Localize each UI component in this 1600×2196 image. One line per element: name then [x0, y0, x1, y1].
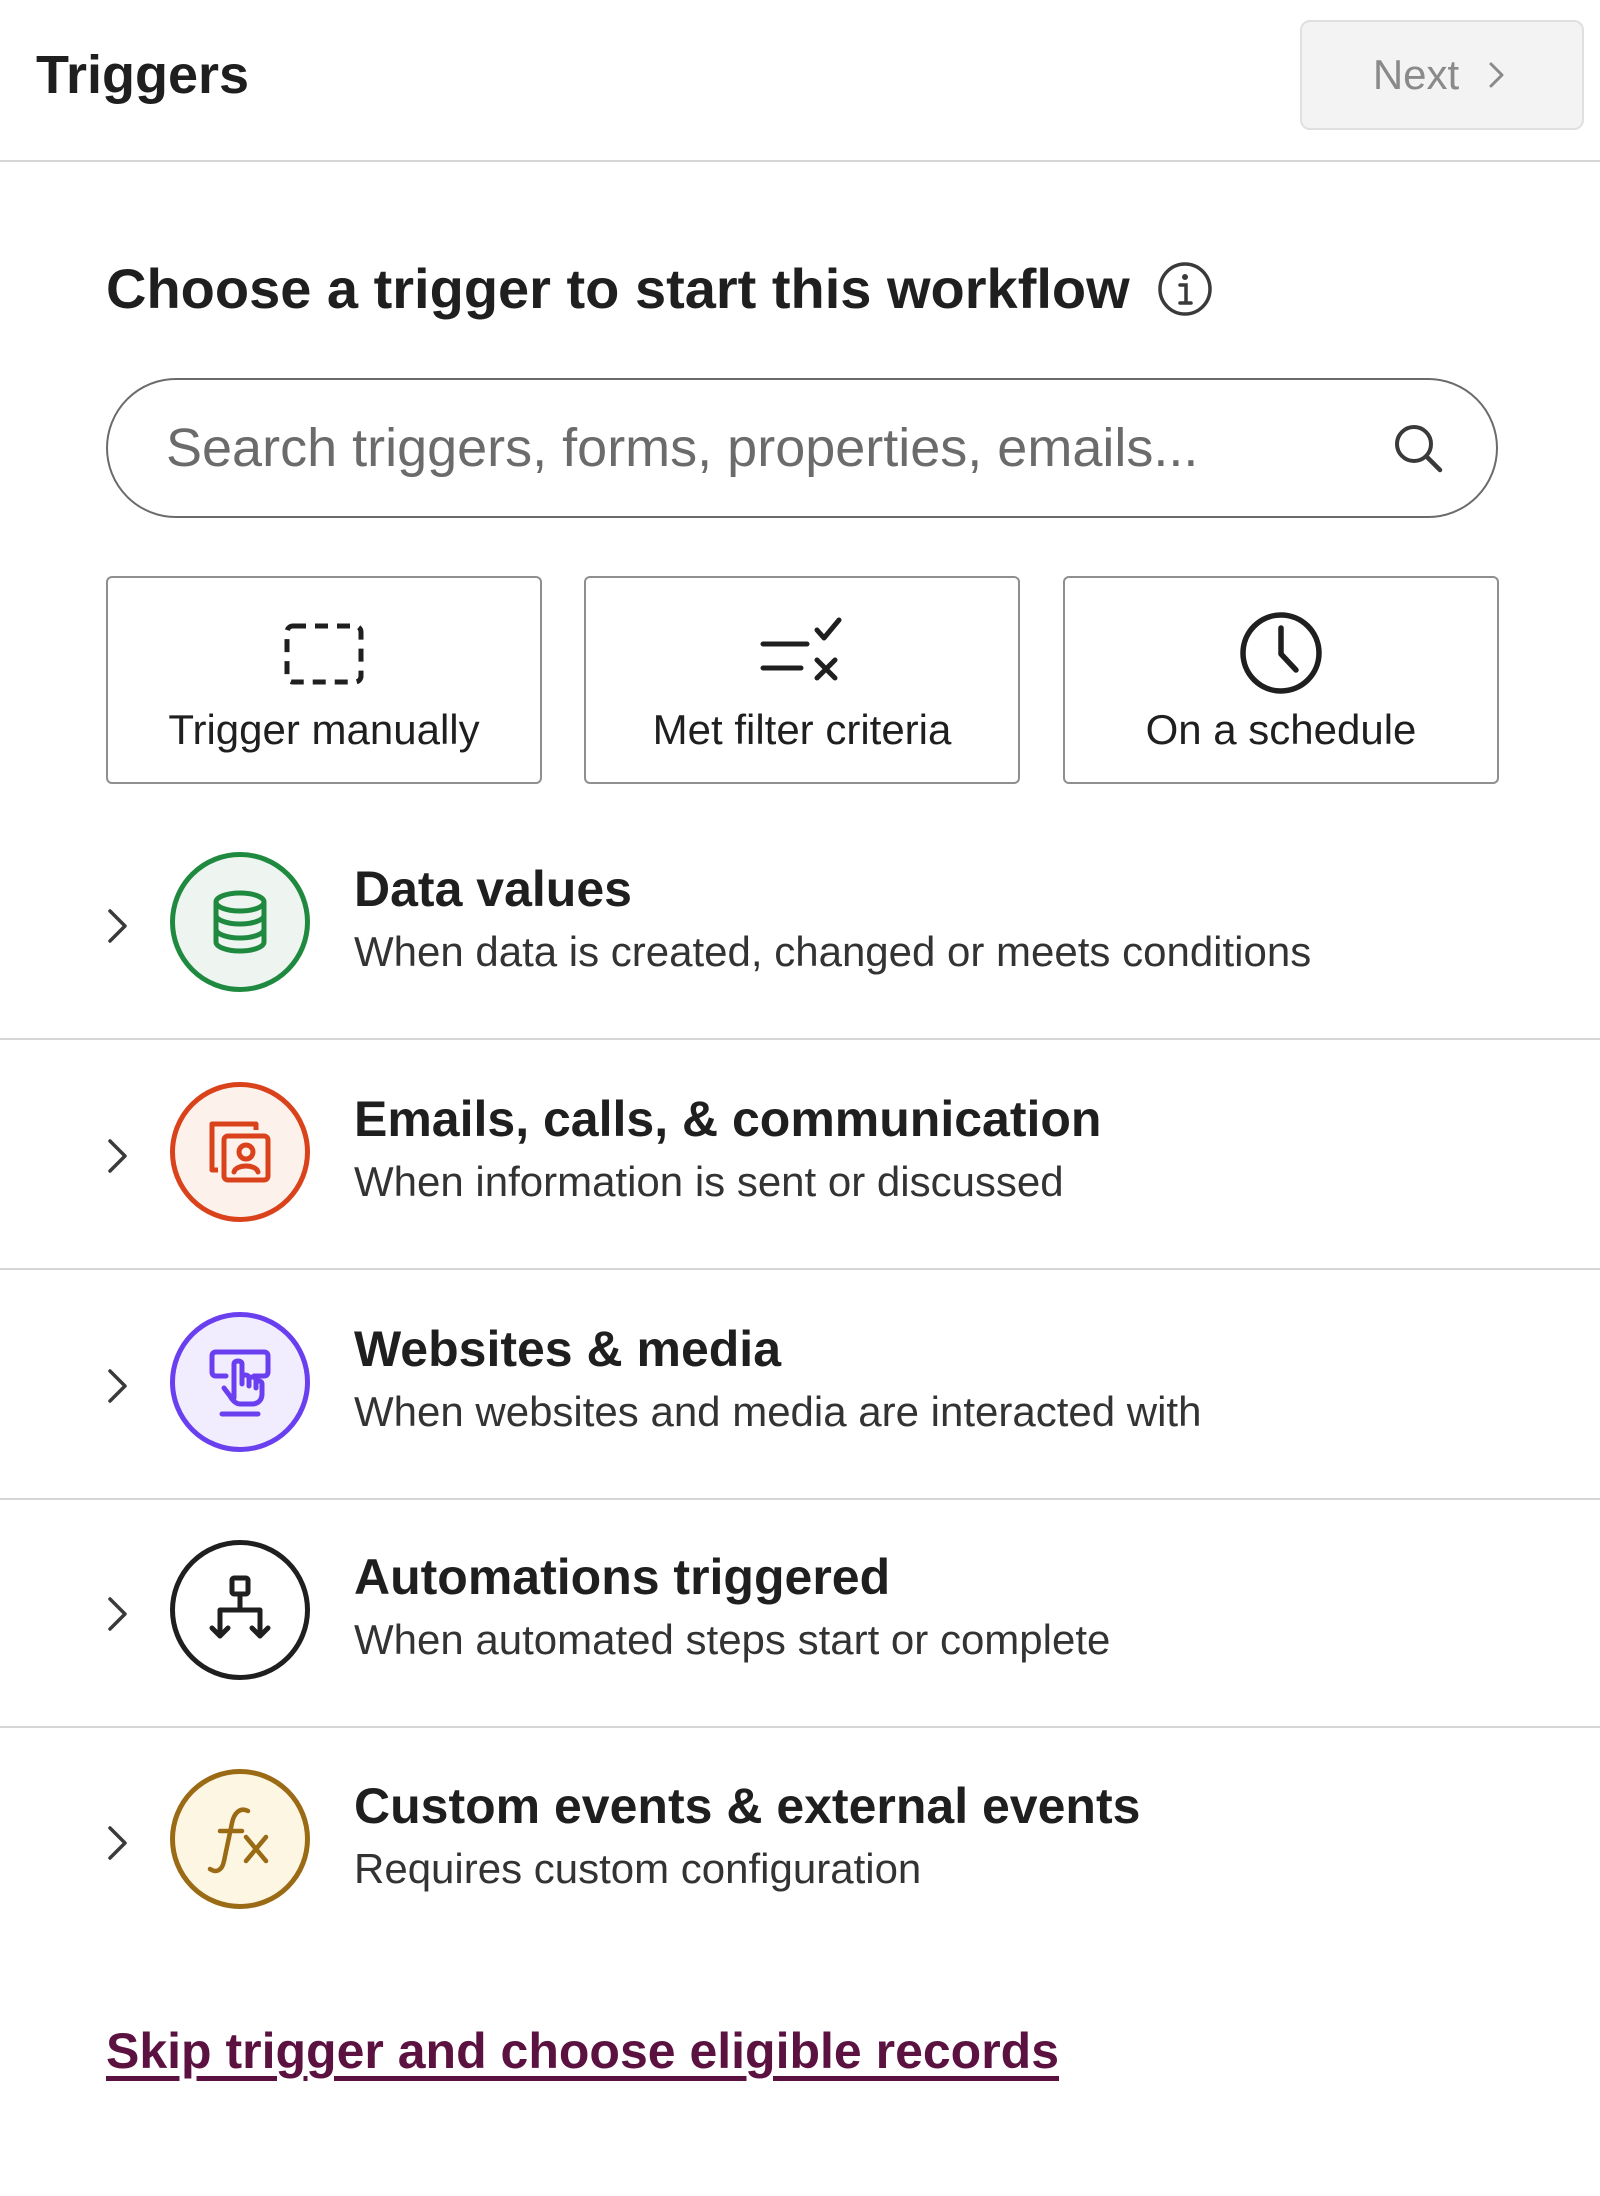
dashed-square-icon [284, 623, 364, 685]
met-filter-criteria-tile[interactable]: Met filter criteria [584, 576, 1020, 784]
chevron-right-icon [108, 1369, 127, 1403]
search-input[interactable] [166, 417, 1390, 479]
next-button-label: Next [1372, 51, 1460, 98]
category-websites-media[interactable]: Websites & media When websites and media… [0, 1270, 1600, 1500]
pointer-click-icon [209, 1349, 271, 1417]
communication-icon-badge [170, 1082, 310, 1222]
chevron-right-icon [108, 909, 127, 943]
page-title: Triggers [36, 45, 250, 105]
search-icon[interactable] [1390, 420, 1446, 476]
on-a-schedule-tile[interactable]: On a schedule [1063, 576, 1499, 784]
category-description: When data is created, changed or meets c… [354, 928, 1312, 975]
contact-card-icon [209, 1121, 271, 1183]
category-title: Custom events & external events [354, 1778, 1141, 1834]
chevron-right-icon [108, 1597, 127, 1631]
filter-criteria-icon [760, 617, 842, 681]
trigger-manually-label: Trigger manually [168, 706, 480, 753]
info-icon[interactable] [1156, 260, 1214, 318]
category-custom-external-events[interactable]: Custom events & external events Requires… [0, 1727, 1600, 1957]
websites-media-icon-badge [170, 1312, 310, 1452]
category-title: Data values [354, 861, 632, 917]
workflow-tree-icon [209, 1575, 271, 1639]
trigger-manually-tile[interactable]: Trigger manually [106, 576, 542, 784]
category-emails-calls-communication[interactable]: Emails, calls, & communication When info… [0, 1040, 1600, 1270]
custom-events-icon-badge [170, 1769, 310, 1909]
automations-icon-badge [170, 1540, 310, 1680]
category-title: Emails, calls, & communication [354, 1091, 1102, 1147]
category-title: Websites & media [354, 1321, 782, 1377]
section-heading: Choose a trigger to start this workflow [106, 256, 1214, 321]
skip-trigger-link[interactable]: Skip trigger and choose eligible records [106, 2022, 1059, 2080]
category-description: When websites and media are interacted w… [354, 1388, 1202, 1435]
chevron-right-icon [108, 1139, 127, 1173]
category-description: Requires custom configuration [354, 1845, 922, 1892]
search-bar[interactable] [106, 378, 1498, 518]
category-description: When automated steps start or complete [354, 1616, 1111, 1663]
category-data-values[interactable]: Data values When data is created, change… [0, 810, 1600, 1040]
chevron-right-icon [108, 1826, 127, 1860]
data-values-icon-badge [170, 852, 310, 992]
section-heading-text: Choose a trigger to start this workflow [106, 257, 1130, 320]
header-bar: Triggers Next [0, 0, 1600, 162]
next-button[interactable]: Next [1300, 20, 1584, 130]
database-icon [213, 890, 267, 954]
on-a-schedule-label: On a schedule [1145, 706, 1417, 753]
met-filter-criteria-label: Met filter criteria [652, 706, 952, 753]
category-automations-triggered[interactable]: Automations triggered When automated ste… [0, 1498, 1600, 1728]
category-description: When information is sent or discussed [354, 1158, 1064, 1205]
function-fx-icon [207, 1807, 269, 1874]
clock-icon [1240, 612, 1322, 694]
category-title: Automations triggered [354, 1549, 891, 1605]
chevron-right-icon [1489, 62, 1504, 88]
